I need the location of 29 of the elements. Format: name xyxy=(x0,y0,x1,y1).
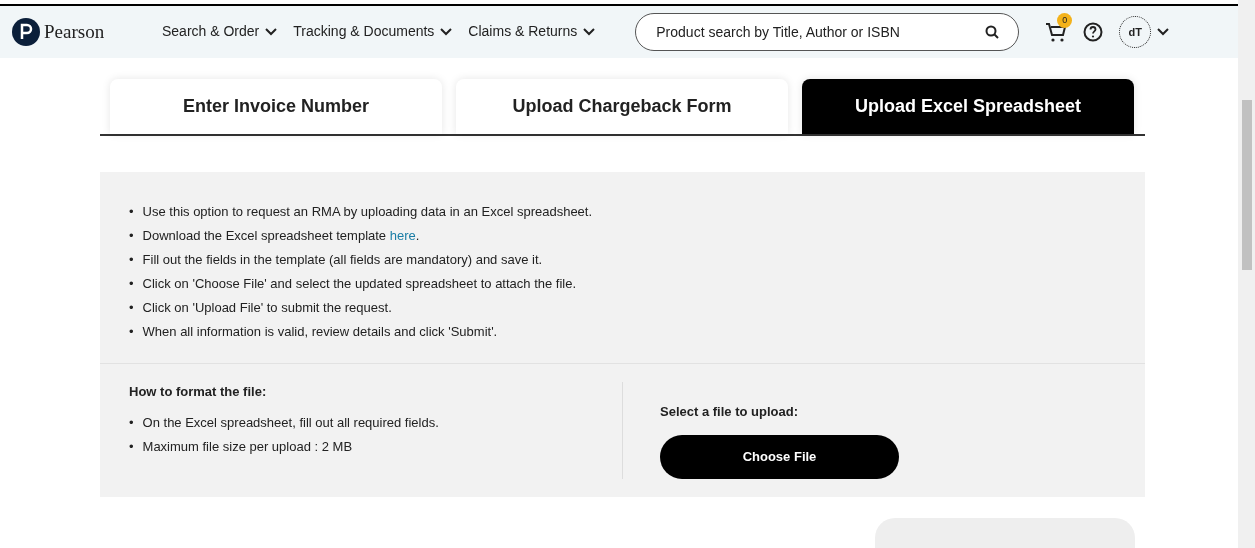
format-title: How to format the file: xyxy=(129,382,268,401)
template-link[interactable]: here xyxy=(389,227,416,243)
tab[interactable]: Upload Chargeback Form xyxy=(456,78,788,134)
bullet-mark: • xyxy=(129,439,134,455)
tab[interactable]: Enter Invoice Number xyxy=(110,78,442,134)
search-field[interactable]: Product search by Title, Author or ISBN xyxy=(635,12,1020,51)
choose-file-button[interactable]: Choose File xyxy=(660,435,899,479)
bullet-mark: • xyxy=(129,323,134,340)
instruction-text: Use this option to request an RMA by uploading data in an Excel spreadsheet. xyxy=(142,203,593,220)
logo-text: Pearson xyxy=(44,19,105,44)
nav-menu[interactable]: Search & Order xyxy=(162,21,278,43)
upload-title: Select a file to upload: xyxy=(660,402,799,421)
cart-badge: 0 xyxy=(1057,12,1073,28)
bullet-mark: • xyxy=(129,227,134,244)
instruction-text: Download the Excel spreadsheet template here. xyxy=(142,227,420,244)
bullet-mark: • xyxy=(129,299,134,316)
bullet-mark: • xyxy=(129,275,134,292)
bullet-mark: • xyxy=(129,415,134,431)
bullet-mark: • xyxy=(129,203,134,220)
bullet-mark: • xyxy=(129,251,134,268)
instruction-text: Click on 'Choose File' and select the updated spreadsheet to attach the file. xyxy=(142,275,577,292)
instruction-text: When all information is valid, review details and click 'Submit'. xyxy=(142,323,498,340)
format-text: Maximum file size per upload : 2 MB xyxy=(142,439,353,455)
nav-menu[interactable]: Tracking & Documents xyxy=(293,21,453,43)
nav-menu[interactable]: Claims & Returns xyxy=(468,21,596,43)
instruction-text: Click on 'Upload File' to submit the request. xyxy=(142,299,392,316)
format-text: On the Excel spreadsheet, fill out all required fields. xyxy=(142,415,439,431)
instruction-text: Fill out the fields in the template (all fields are mandatory) and save it. xyxy=(142,251,543,268)
tab[interactable]: Upload Excel Spreadsheet xyxy=(802,78,1134,134)
